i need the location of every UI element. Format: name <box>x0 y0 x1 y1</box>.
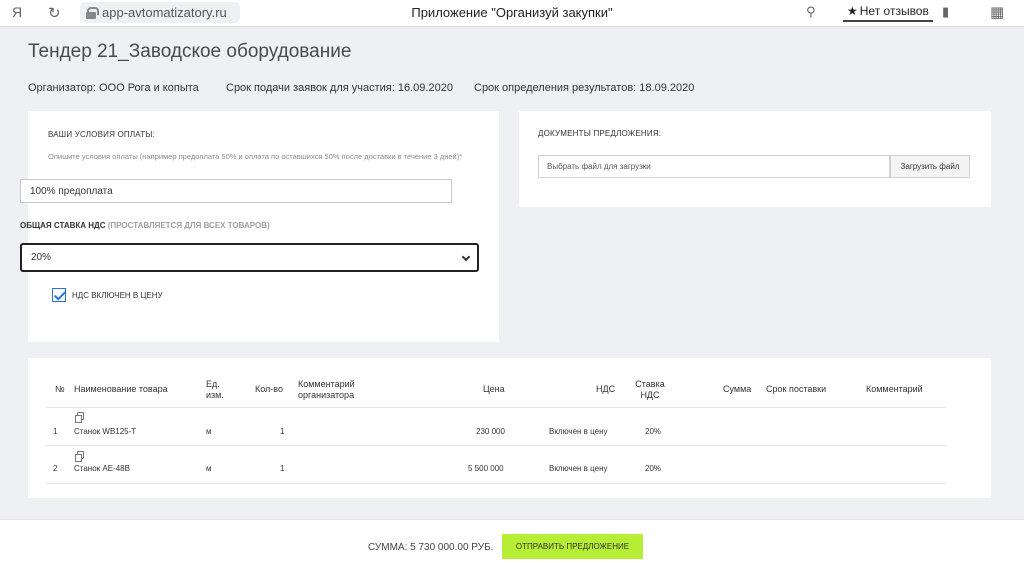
cell-price: 230 000 <box>476 427 505 436</box>
search-icon[interactable]: ⚲ <box>806 4 816 20</box>
cell-unit: м <box>206 464 212 473</box>
cell-qty: 1 <box>280 464 285 473</box>
extensions-icon[interactable]: ▦ <box>990 3 1004 21</box>
submit-offer-button[interactable]: Отправить предложение <box>502 534 643 559</box>
cell-name: Станок AE-48B <box>74 464 130 473</box>
yandex-logo-icon[interactable]: Я <box>12 4 22 20</box>
address-bar[interactable]: app-avtomatizatory.ru <box>80 2 240 23</box>
col-header-price: Цена <box>483 384 505 394</box>
payment-terms-label: Ваши условия оплаты: <box>48 130 155 139</box>
reviews-label: Нет отзывов <box>859 4 929 18</box>
cell-name: Станок WB125-T <box>74 427 137 436</box>
table-divider <box>46 483 946 484</box>
col-header-unit: Ед. изм. <box>206 379 224 400</box>
col-header-vat-rate: Ставка НДС <box>635 379 665 400</box>
cell-vat-rate: 20% <box>645 427 662 436</box>
cell-qty: 1 <box>280 427 285 436</box>
col-header-num: № <box>55 384 65 394</box>
documents-label: Документы предложения: <box>538 129 662 138</box>
upload-file-button[interactable]: Загрузить файл <box>890 155 970 178</box>
payment-terms-input[interactable]: 100% предоплата <box>20 179 452 203</box>
chevron-down-icon <box>461 252 471 262</box>
col-header-qty: Кол-во <box>255 384 283 394</box>
file-select-input[interactable]: Выбрать файл для загрузки <box>538 155 890 178</box>
col-header-name: Наименование товара <box>74 384 168 394</box>
vat-rate-select[interactable]: 20% <box>20 243 479 272</box>
vat-included-row[interactable]: НДС включен в цену <box>52 288 163 302</box>
bookmark-icon[interactable]: ▮ <box>942 4 949 20</box>
cell-vat-rate: 20% <box>645 464 662 473</box>
cell-vat: Включен в цену <box>549 464 608 473</box>
vat-included-label: НДС включен в цену <box>72 290 163 300</box>
cell-num: 1 <box>53 427 58 436</box>
submission-deadline-text: Срок подачи заявок для участия: 16.09.20… <box>226 82 453 94</box>
cell-vat: Включен в цену <box>549 427 608 436</box>
products-table-card: № Наименование товара Ед. изм. Кол-во Ко… <box>28 358 991 498</box>
star-icon: ★ <box>847 4 858 18</box>
organizer-text: Организатор: ООО Рога и копыта <box>28 82 199 94</box>
page-title: Тендер 21_Заводское оборудование <box>28 41 352 62</box>
copy-icon[interactable] <box>75 412 84 423</box>
col-header-delivery: Срок поставки <box>766 384 827 394</box>
cell-num: 2 <box>53 464 58 473</box>
total-sum: Сумма: 5 730 000.00 руб. <box>368 542 494 553</box>
vat-rate-selected: 20% <box>31 252 52 263</box>
col-header-comment: Комментарий <box>866 384 923 394</box>
reviews-button[interactable]: ★ Нет отзывов <box>843 2 933 22</box>
col-header-vat: НДС <box>596 384 616 394</box>
vat-rate-label: Общая ставка НДС (проставляется для всех… <box>20 221 270 230</box>
reload-icon[interactable]: ↻ <box>48 4 61 22</box>
vat-included-checkbox[interactable] <box>52 288 66 302</box>
vat-rate-note: (проставляется для всех товаров) <box>107 221 270 230</box>
col-header-sum: Сумма <box>723 384 752 394</box>
payment-terms-hint: Опишите условия оплаты (например предопл… <box>48 152 463 161</box>
col-header-org-comment: Комментарий организатора <box>298 379 355 400</box>
footer-bar: Сумма: 5 730 000.00 руб. Отправить предл… <box>0 519 1024 563</box>
cell-price: 5 500 000 <box>468 464 504 473</box>
results-date-text: Срок определения результатов: 18.09.2020 <box>474 82 695 94</box>
lock-icon <box>86 7 99 19</box>
table-divider <box>46 407 946 408</box>
cell-unit: м <box>206 427 212 436</box>
browser-toolbar: Я ↻ app-avtomatizatory.ru Приложение "Ор… <box>0 0 1024 27</box>
documents-card: Документы предложения: Выбрать файл для … <box>519 111 991 207</box>
copy-icon[interactable] <box>75 451 84 462</box>
table-divider <box>46 445 946 446</box>
vat-rate-label-text: Общая ставка НДС <box>20 221 106 230</box>
url-text: app-avtomatizatory.ru <box>102 5 227 20</box>
